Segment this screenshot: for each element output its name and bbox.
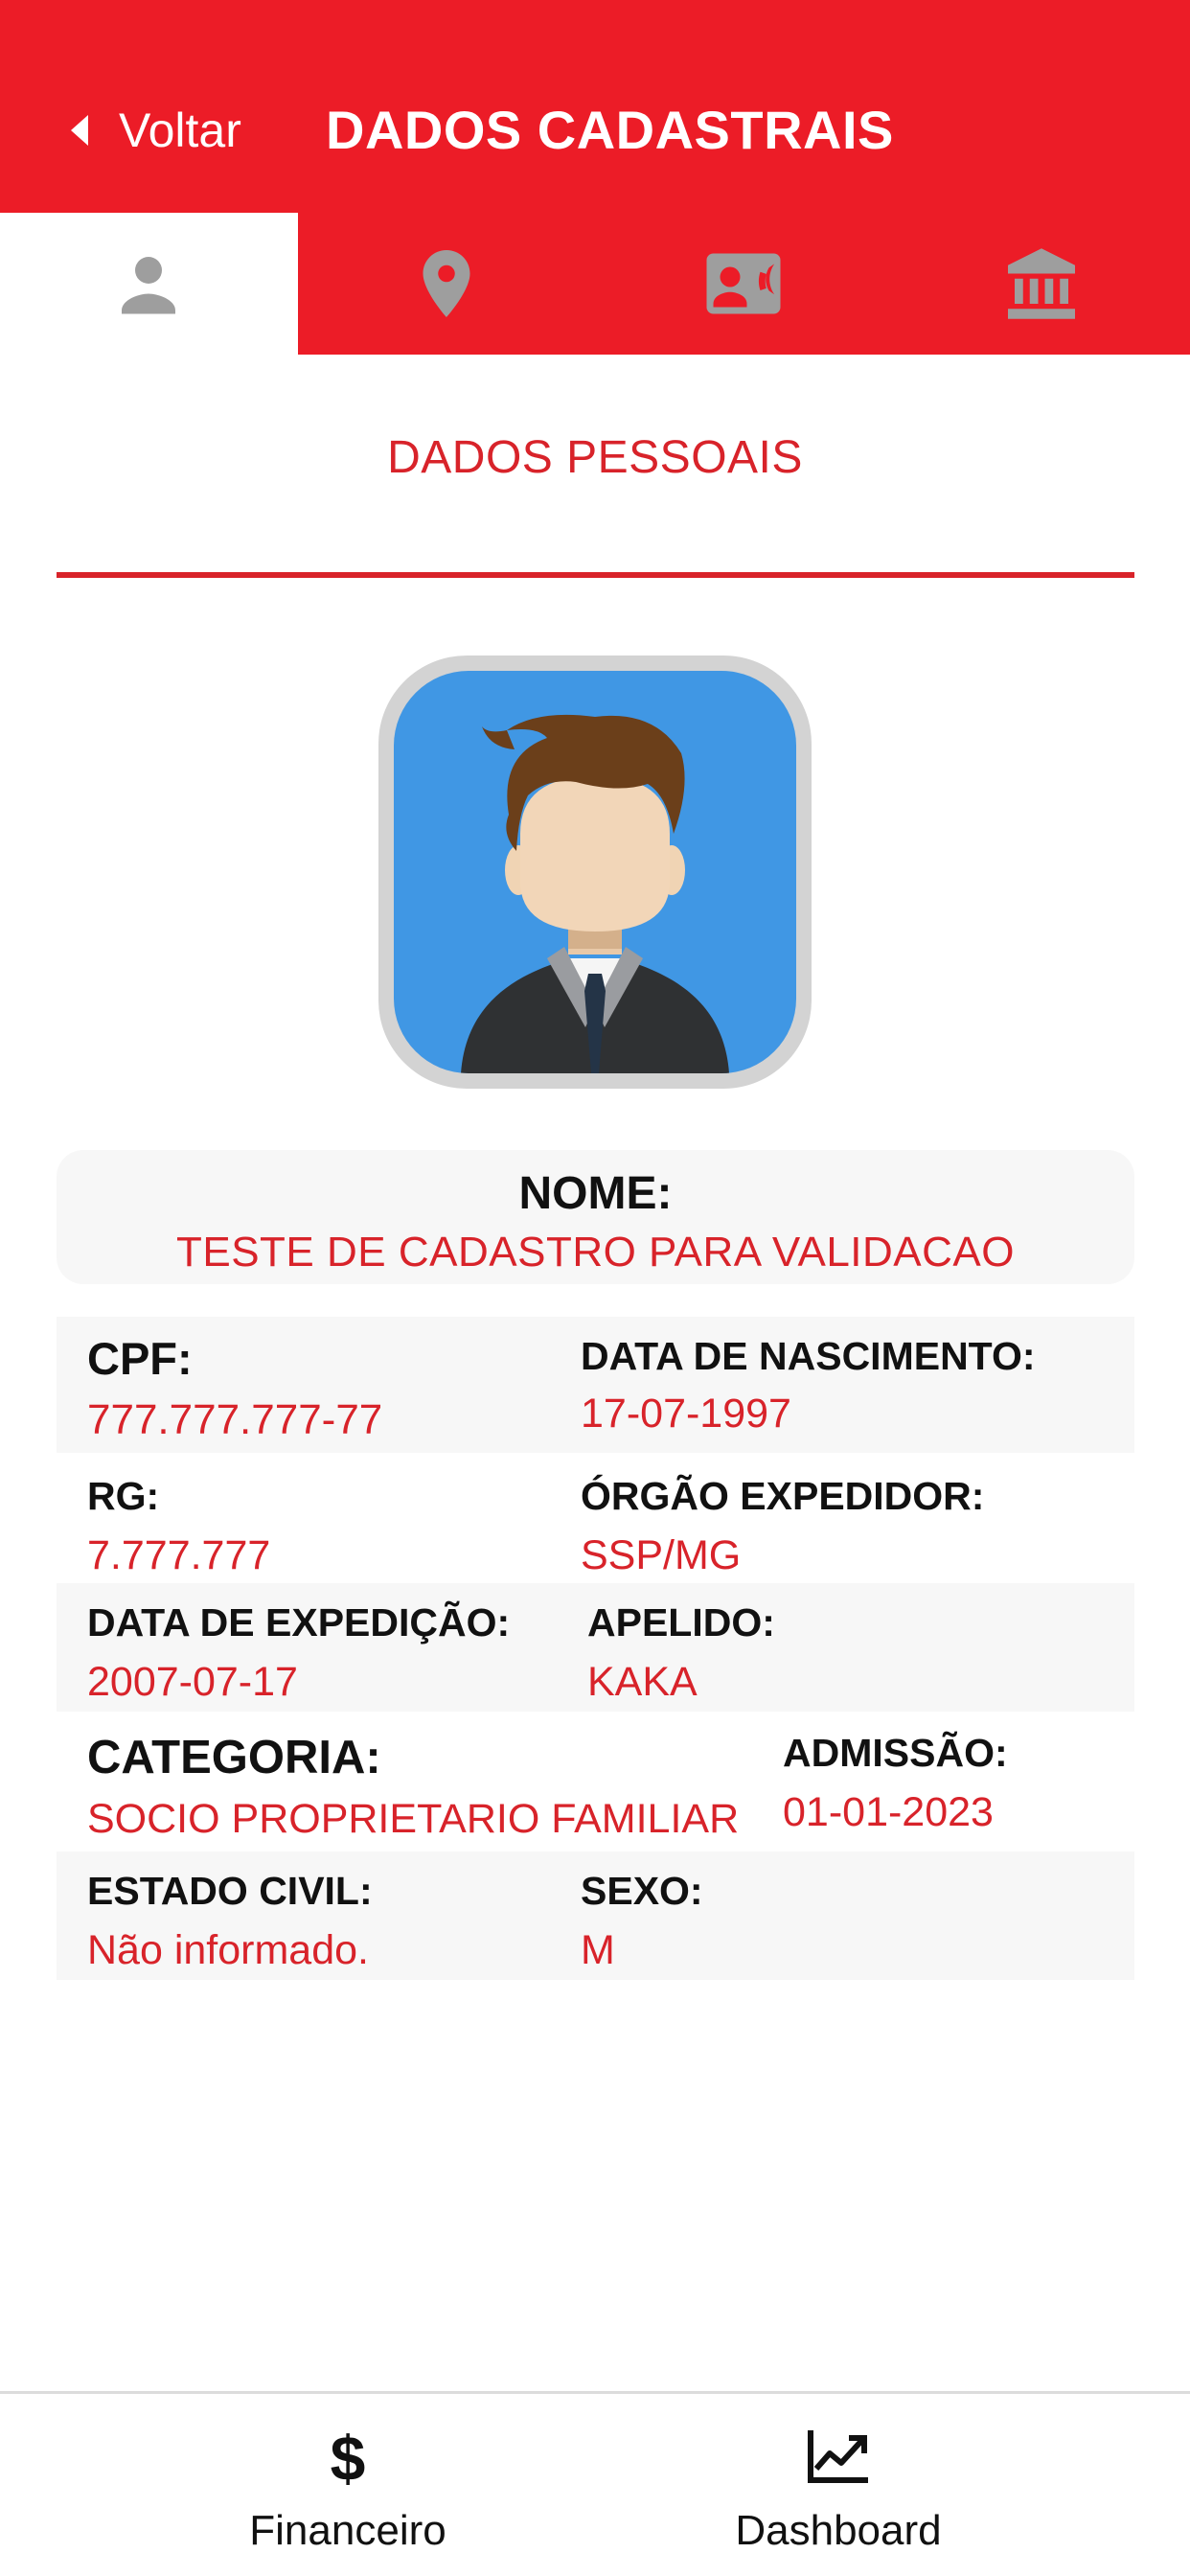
cpf-field: CPF: 777.777.777-77 [87, 1332, 382, 1444]
svg-text:$: $ [331, 2423, 366, 2490]
chevron-left-icon [71, 115, 88, 146]
issuer-label: ÓRGÃO EXPEDIDOR: [581, 1474, 985, 1518]
birth-value: 17-07-1997 [581, 1391, 791, 1437]
section-divider [57, 572, 1134, 578]
app-header: Voltar DADOS CADASTRAIS [0, 0, 1190, 213]
name-card: NOME: TESTE DE CADASTRO PARA VALIDACAO [57, 1150, 1134, 1284]
issuer-field: ÓRGÃO EXPEDIDOR: SSP/MG [581, 1474, 984, 1579]
category-field: CATEGORIA: SOCIO PROPRIETARIO FAMILIAR [87, 1731, 739, 1843]
avatar [378, 656, 812, 1089]
nav-financeiro-label: Financeiro [249, 2507, 446, 2554]
nickname-field: APELIDO: KAKA [587, 1600, 775, 1706]
issue-date-label: DATA DE EXPEDIÇÃO: [87, 1600, 511, 1644]
nav-dashboard[interactable]: Dashboard [685, 2423, 992, 2555]
nickname-value: KAKA [587, 1659, 698, 1705]
admission-value: 01-01-2023 [783, 1789, 994, 1835]
nav-dashboard-label: Dashboard [735, 2507, 942, 2554]
trending-up-icon [808, 2430, 868, 2483]
nickname-label: APELIDO: [587, 1600, 775, 1644]
category-value: SOCIO PROPRIETARIO FAMILIAR [87, 1796, 740, 1842]
page-title: DADOS CADASTRAIS [326, 100, 894, 160]
location-pin-icon [423, 250, 470, 317]
name-label: NOME: [518, 1168, 673, 1219]
category-label: CATEGORIA: [87, 1732, 381, 1783]
section-title: DADOS PESSOAIS [387, 432, 803, 483]
back-button[interactable]: Voltar [67, 92, 241, 169]
admission-field: ADMISSÃO: 01-01-2023 [783, 1731, 1008, 1836]
nav-financeiro[interactable]: $ Financeiro [195, 2423, 501, 2555]
birth-label: DATA DE NASCIMENTO: [581, 1334, 1036, 1378]
marital-value: Não informado. [87, 1927, 369, 1973]
tab-contact[interactable] [595, 213, 893, 355]
info-row-rg: RG: 7.777.777 ÓRGÃO EXPEDIDOR: SSP/MG [57, 1453, 1134, 1583]
person-icon [122, 257, 176, 314]
birth-field: DATA DE NASCIMENTO: 17-07-1997 [581, 1334, 1036, 1438]
sex-label: SEXO: [581, 1869, 703, 1913]
dollar-icon: $ [331, 2423, 366, 2490]
rg-field: RG: 7.777.777 [87, 1474, 270, 1579]
back-button-label: Voltar [119, 104, 241, 157]
cpf-label: CPF: [87, 1333, 193, 1384]
issuer-value: SSP/MG [581, 1532, 742, 1578]
section-tabs [0, 213, 1190, 355]
admission-label: ADMISSÃO: [783, 1731, 1008, 1775]
bank-icon [1007, 248, 1075, 319]
issue-date-value: 2007-07-17 [87, 1659, 298, 1705]
issue-date-field: DATA DE EXPEDIÇÃO: 2007-07-17 [87, 1600, 510, 1706]
contact-card-icon [706, 253, 781, 314]
sex-field: SEXO: M [581, 1869, 703, 1974]
rg-value: 7.777.777 [87, 1532, 271, 1578]
info-row-category: CATEGORIA: SOCIO PROPRIETARIO FAMILIAR A… [57, 1712, 1134, 1852]
cpf-value: 777.777.777-77 [87, 1396, 383, 1443]
sex-value: M [581, 1927, 615, 1973]
name-value: TESTE DE CADASTRO PARA VALIDACAO [175, 1229, 1015, 1276]
marital-field: ESTADO CIVIL: Não informado. [87, 1869, 373, 1974]
bottom-navigation: $ Financeiro Dashboard [0, 2391, 1190, 2576]
info-row-marital-status: ESTADO CIVIL: Não informado. SEXO: M [57, 1852, 1134, 1980]
info-row-issue-date: DATA DE EXPEDIÇÃO: 2007-07-17 APELIDO: K… [57, 1583, 1134, 1712]
rg-label: RG: [87, 1474, 160, 1518]
marital-label: ESTADO CIVIL: [87, 1869, 373, 1913]
tab-address[interactable] [298, 213, 596, 355]
tab-personal-data[interactable] [0, 213, 298, 355]
tab-bank[interactable] [893, 213, 1190, 355]
info-row-cpf: CPF: 777.777.777-77 DATA DE NASCIMENTO: … [57, 1317, 1134, 1453]
avatar-man-icon [461, 714, 729, 1073]
